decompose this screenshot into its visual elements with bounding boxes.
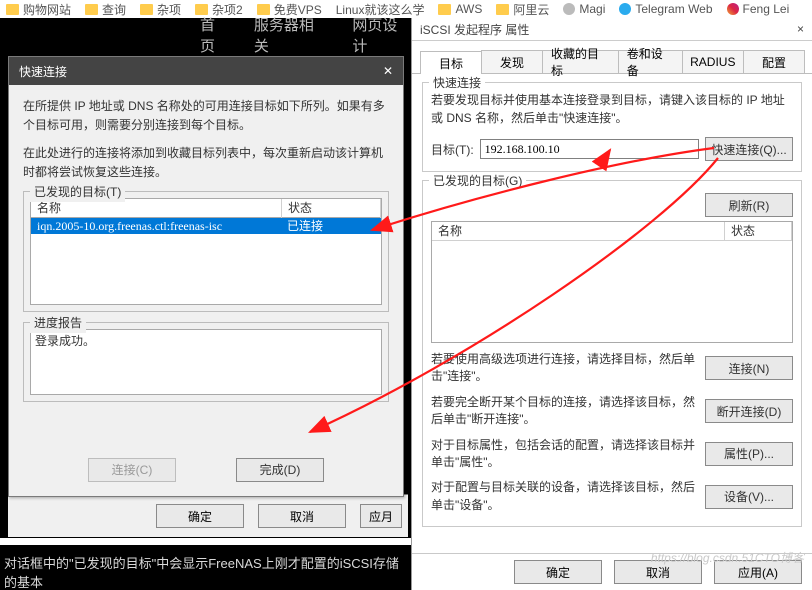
help-text: 若要发现目标并使用基本连接登录到目标，请键入该目标的 IP 地址或 DNS 名称… bbox=[431, 91, 793, 127]
folder-icon bbox=[195, 4, 208, 15]
disconnect-button[interactable]: 断开连接(D) bbox=[705, 399, 793, 423]
col-name[interactable]: 名称 bbox=[432, 222, 725, 240]
apply-button[interactable]: 应月 bbox=[360, 504, 402, 528]
col-status[interactable]: 状态 bbox=[282, 199, 381, 218]
folder-icon bbox=[496, 4, 509, 15]
bookmark-label: Feng Lei bbox=[743, 2, 790, 16]
close-icon[interactable]: ✕ bbox=[383, 64, 393, 78]
dialog-titlebar: 快速连接 ✕ bbox=[9, 57, 403, 85]
quick-connect-button[interactable]: 快速连接(Q)... bbox=[705, 137, 793, 161]
progress-text: 登录成功。 bbox=[30, 329, 382, 395]
window-title: iSCSI 发起程序 属性 bbox=[420, 21, 529, 38]
target-label: 目标(T): bbox=[431, 141, 474, 158]
tab-config[interactable]: 配置 bbox=[743, 50, 805, 73]
col-status[interactable]: 状态 bbox=[725, 222, 792, 240]
group-legend: 进度报告 bbox=[30, 314, 86, 333]
nav-item[interactable]: 首页 bbox=[200, 14, 230, 56]
nav-item[interactable]: 服务器相关 bbox=[254, 14, 329, 56]
help-text: 在此处进行的连接将添加到收藏目标列表中，每次重新启动该计算机时都将尝试恢复这些连… bbox=[23, 144, 389, 181]
window-titlebar: iSCSI 发起程序 属性 × bbox=[412, 18, 812, 41]
connect-button: 连接(C) bbox=[88, 458, 176, 482]
bookmark-item[interactable]: 阿里云 bbox=[496, 1, 549, 18]
tab-volumes[interactable]: 卷和设备 bbox=[618, 50, 683, 73]
quick-connect-dialog: 快速连接 ✕ 在所提供 IP 地址或 DNS 名称处的可用连接目标如下所列。如果… bbox=[8, 56, 404, 497]
bookmark-label: 购物网站 bbox=[23, 1, 71, 18]
bookmark-item[interactable]: 查询 bbox=[85, 1, 126, 18]
tab-radius[interactable]: RADIUS bbox=[682, 50, 744, 73]
bookmark-label: Telegram Web bbox=[635, 2, 712, 16]
group-legend: 已发现的目标(G) bbox=[429, 172, 526, 189]
iscsi-properties-window: iSCSI 发起程序 属性 × 目标 发现 收藏的目标 卷和设备 RADIUS … bbox=[411, 18, 812, 590]
article-caption: 对话框中的"已发现的目标"中会显示FreeNAS上刚才配置的iSCSI存储的基本 bbox=[0, 545, 412, 590]
bookmark-item[interactable]: AWS bbox=[438, 2, 482, 16]
cell-status: 已连接 bbox=[281, 218, 329, 235]
help-text: 若要使用高级选项进行连接，请选择目标，然后单击"连接"。 bbox=[431, 351, 695, 386]
bookmark-label: 阿里云 bbox=[513, 1, 549, 18]
discovered-targets-group: 已发现的目标(G) 刷新(R) 名称 状态 若要使用高级选项进行连接，请选择目标… bbox=[422, 180, 802, 527]
targets-table[interactable]: 名称 状态 bbox=[431, 221, 793, 343]
bookmark-label: 杂项 bbox=[157, 1, 181, 18]
tab-strip: 目标 发现 收藏的目标 卷和设备 RADIUS 配置 bbox=[412, 41, 812, 74]
table-header: 名称 状态 bbox=[432, 222, 792, 241]
ok-button[interactable]: 确定 bbox=[514, 560, 602, 584]
discovered-targets-group: 已发现的目标(T) 名称 状态 iqn.2005-10.org.freenas.… bbox=[23, 191, 389, 312]
dialog-title: 快速连接 bbox=[19, 63, 67, 80]
help-text: 对于配置与目标关联的设备，请选择该目标，然后单击"设备"。 bbox=[431, 479, 695, 514]
site-icon bbox=[563, 3, 575, 15]
close-icon[interactable]: × bbox=[797, 22, 804, 36]
site-icon bbox=[727, 3, 739, 15]
bookmark-item[interactable]: 杂项 bbox=[140, 1, 181, 18]
done-button[interactable]: 完成(D) bbox=[236, 458, 324, 482]
folder-icon bbox=[438, 4, 451, 15]
group-legend: 快速连接 bbox=[429, 74, 485, 91]
connect-button[interactable]: 连接(N) bbox=[705, 356, 793, 380]
cell-name: iqn.2005-10.org.freenas.ctl:freenas-isc bbox=[31, 218, 281, 235]
nav-item[interactable]: 网页设计 bbox=[352, 14, 412, 56]
tab-targets[interactable]: 目标 bbox=[420, 51, 482, 74]
folder-icon bbox=[257, 4, 270, 15]
tab-favorites[interactable]: 收藏的目标 bbox=[542, 50, 619, 73]
target-input[interactable] bbox=[480, 139, 699, 159]
site-nav: 首页 服务器相关 网页设计 bbox=[0, 18, 412, 52]
site-icon bbox=[619, 3, 631, 15]
bookmark-label: AWS bbox=[455, 2, 482, 16]
tab-discovery[interactable]: 发现 bbox=[481, 50, 543, 73]
bookmark-item[interactable]: 购物网站 bbox=[6, 1, 71, 18]
bookmark-label: Magi bbox=[579, 2, 605, 16]
bookmark-item[interactable]: Feng Lei bbox=[727, 2, 790, 16]
properties-button[interactable]: 属性(P)... bbox=[705, 442, 793, 466]
help-text: 若要完全断开某个目标的连接，请选择该目标，然后单击"断开连接"。 bbox=[431, 394, 695, 429]
folder-icon bbox=[85, 4, 98, 15]
watermark: https://blog.csdn.51CTO博客 bbox=[651, 549, 804, 566]
outer-dialog-buttons: 确定 取消 应月 bbox=[8, 494, 408, 537]
progress-group: 进度报告 登录成功。 bbox=[23, 322, 389, 402]
help-text: 对于目标属性，包括会话的配置，请选择该目标并单击"属性"。 bbox=[431, 437, 695, 472]
folder-icon bbox=[6, 4, 19, 15]
refresh-button[interactable]: 刷新(R) bbox=[705, 193, 793, 217]
table-row[interactable]: iqn.2005-10.org.freenas.ctl:freenas-isc … bbox=[31, 218, 381, 234]
folder-icon bbox=[140, 4, 153, 15]
table-body[interactable]: iqn.2005-10.org.freenas.ctl:freenas-isc … bbox=[30, 218, 382, 305]
help-text: 在所提供 IP 地址或 DNS 名称处的可用连接目标如下所列。如果有多个目标可用… bbox=[23, 97, 389, 134]
bookmark-item[interactable]: Magi bbox=[563, 2, 605, 16]
group-legend: 已发现的目标(T) bbox=[30, 183, 125, 202]
quick-connect-group: 快速连接 若要发现目标并使用基本连接登录到目标，请键入该目标的 IP 地址或 D… bbox=[422, 82, 802, 172]
bookmark-label: 查询 bbox=[102, 1, 126, 18]
devices-button[interactable]: 设备(V)... bbox=[705, 485, 793, 509]
ok-button[interactable]: 确定 bbox=[156, 504, 244, 528]
bookmark-item[interactable]: Telegram Web bbox=[619, 2, 712, 16]
cancel-button[interactable]: 取消 bbox=[258, 504, 346, 528]
